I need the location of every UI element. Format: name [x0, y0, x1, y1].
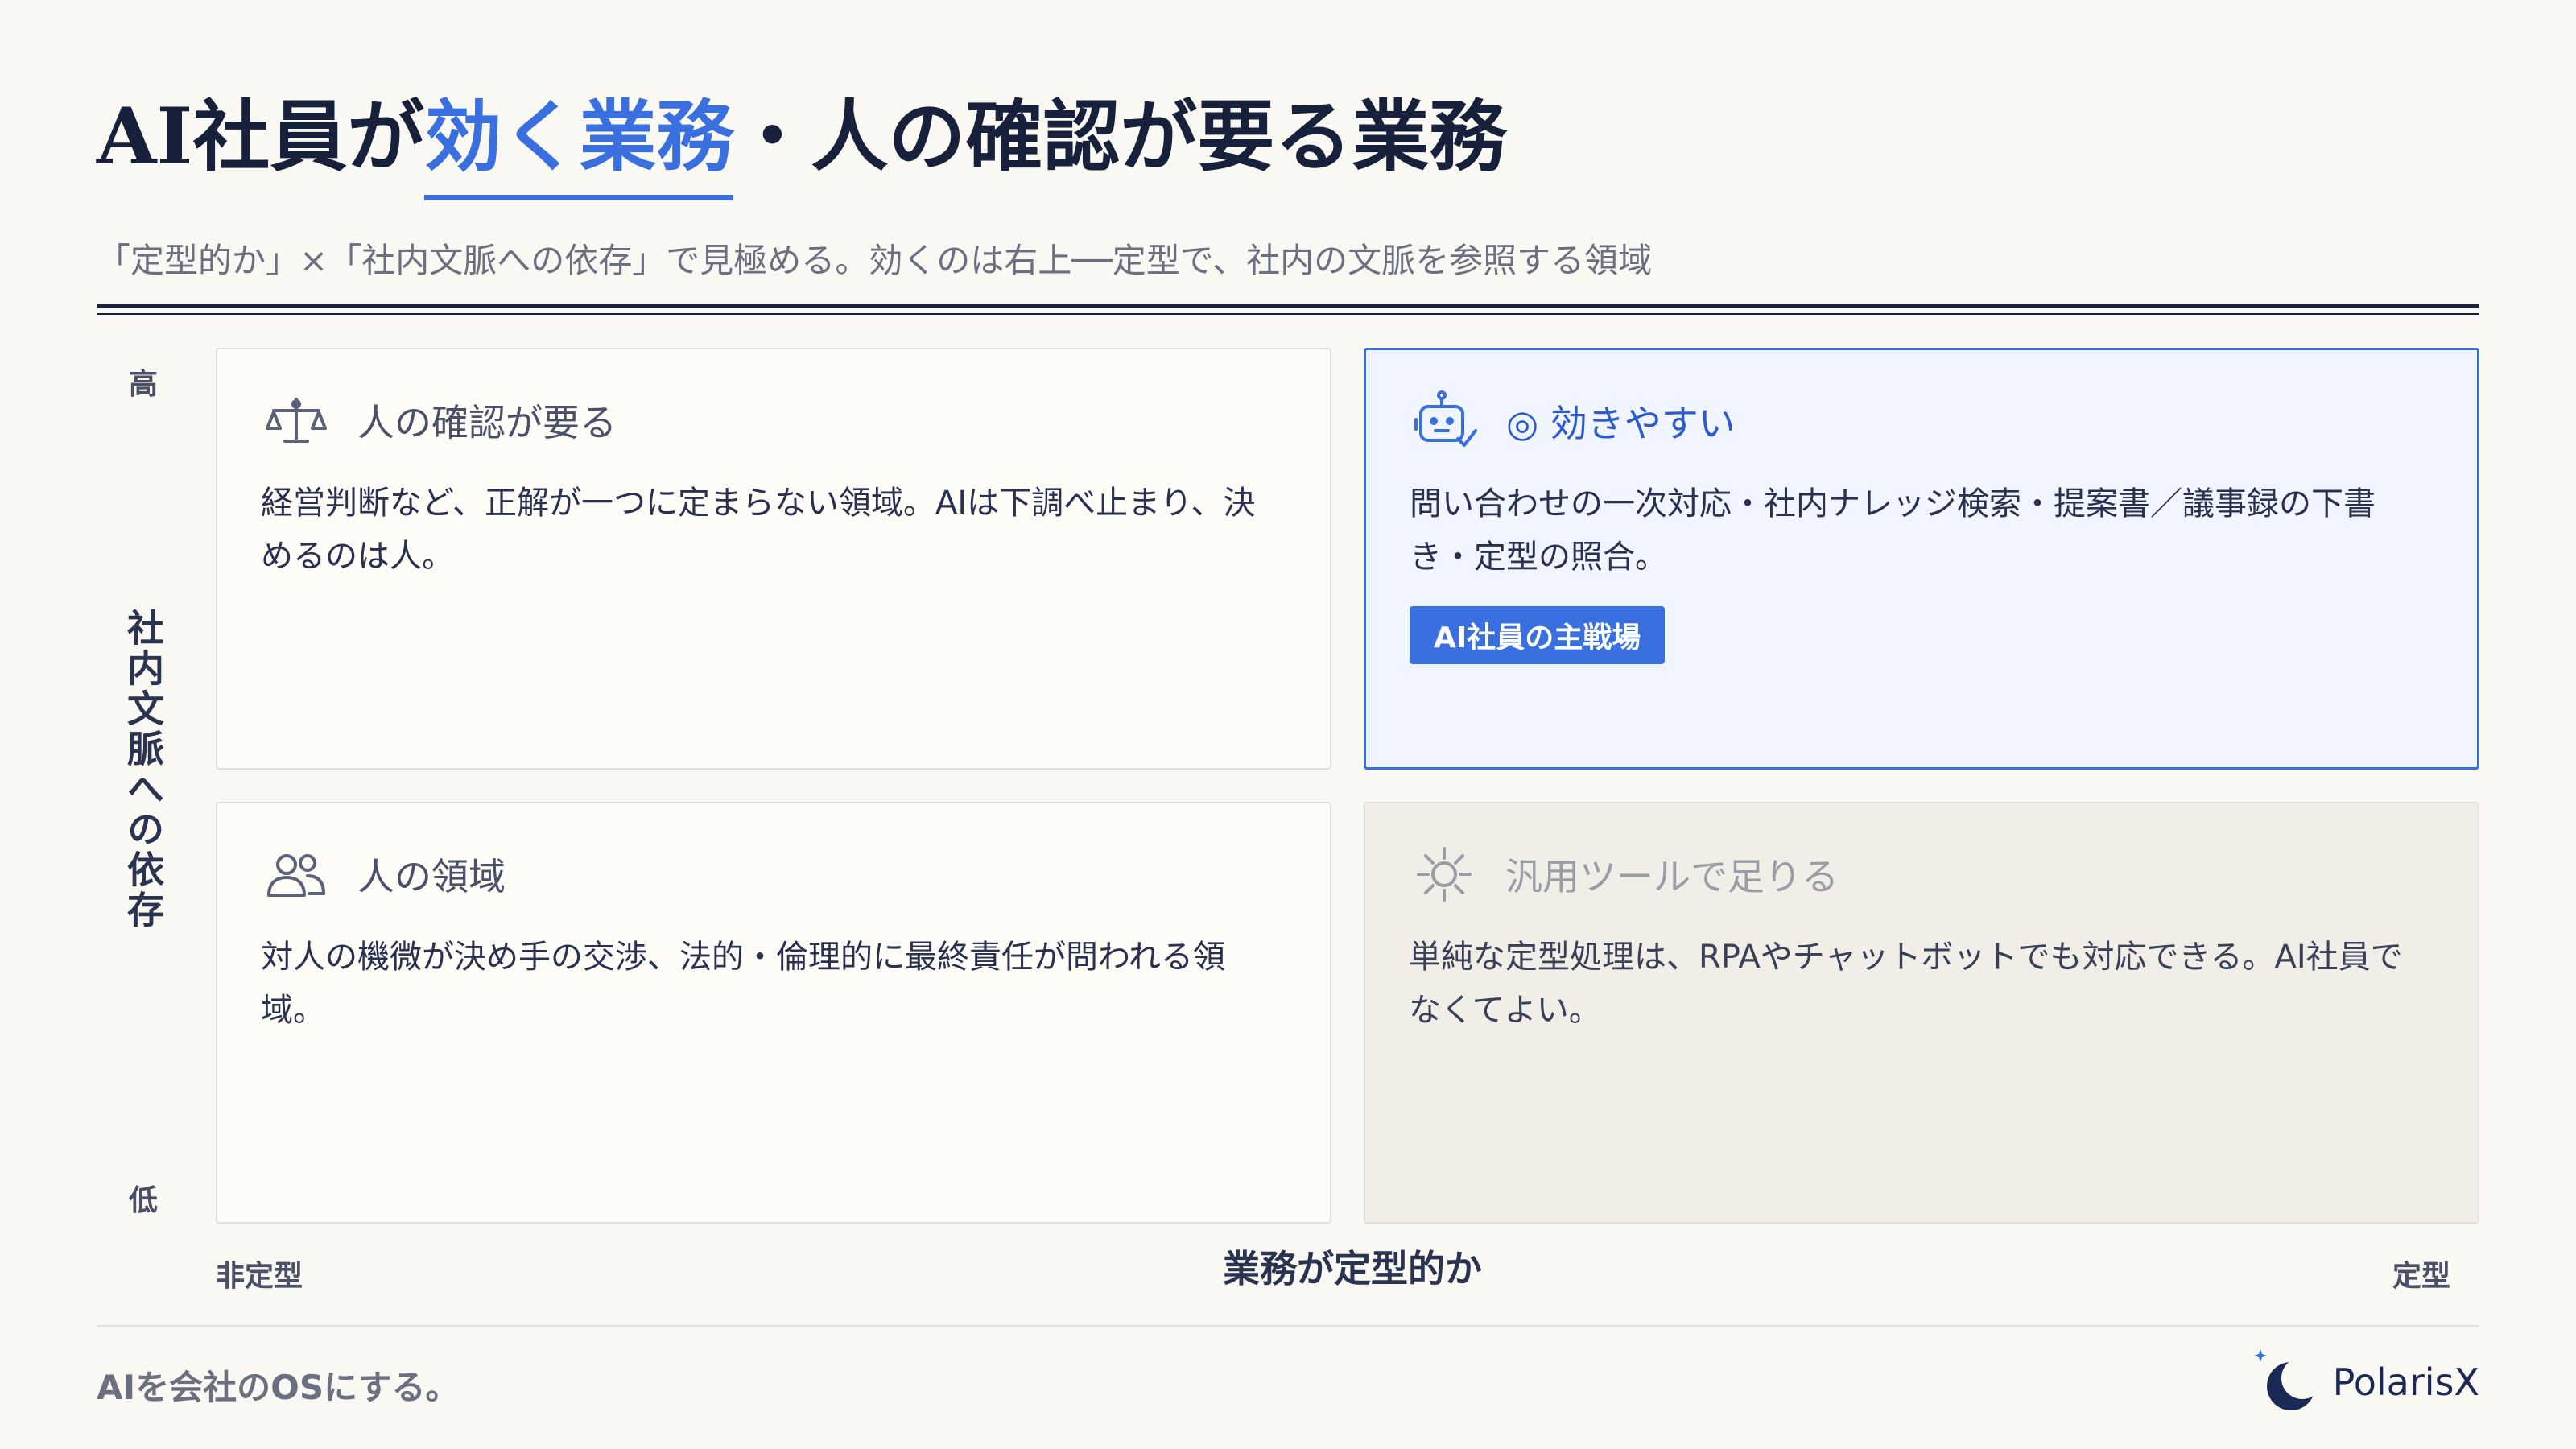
- quadrant-top-left: 人の確認が要る 経営判断など、正解が一つに定まらない領域。AIは下調べ止まり、決…: [216, 348, 1331, 770]
- scale-icon: [264, 388, 328, 452]
- quadrant-top-right: ◎ 効きやすい 問い合わせの一次対応・社内ナレッジ検索・提案書／議事録の下書き・…: [1364, 348, 2479, 770]
- quadrant-description: 単純な定型処理は、RPAやチャットボットでも対応できる。AI社員でなくてよい。: [1409, 939, 2403, 1029]
- page-subtitle: 「定型的か」×「社内文脈への依存」で見極める。効くのは右上──定型で、社内の文脈…: [97, 241, 1653, 280]
- title-suffix: ・人の確認が要る業務: [733, 91, 1507, 182]
- main-battlefield-badge: AI社員の主戦場: [1410, 606, 1666, 664]
- quadrant-header: 汎用ツールで足りる: [1412, 842, 1839, 906]
- quadrant-header: ◎ 効きやすい: [1413, 389, 1736, 453]
- quadrant-description: 経営判断など、正解が一つに定まらない領域。AIは下調べ止まり、決めるのは人。: [261, 485, 1256, 575]
- header-rule-thin: [97, 313, 2479, 315]
- polaris-logo-icon: [2252, 1346, 2325, 1418]
- x-axis-title: 業務が定型的か: [1223, 1247, 1482, 1290]
- title-highlight: 効く業務: [424, 91, 734, 201]
- people-icon: [264, 842, 328, 906]
- brand-logo: PolarisX: [2252, 1346, 2479, 1418]
- x-axis-left-label: 非定型: [216, 1260, 303, 1293]
- quadrant-bottom-right: 汎用ツールで足りる 単純な定型処理は、RPAやチャットボットでも対応できる。AI…: [1364, 802, 2479, 1224]
- brand-name: PolarisX: [2332, 1360, 2479, 1404]
- quadrant-bottom-left: 人の領域 対人の機微が決め手の交渉、法的・倫理的に最終責任が問われる領域。: [216, 802, 1331, 1224]
- header-rule-thick: [97, 304, 2479, 308]
- robot-check-icon: [1413, 389, 1477, 453]
- quadrant-title: ◎ 効きやすい: [1506, 402, 1736, 445]
- footer-rule: [97, 1325, 2479, 1327]
- y-axis-high-label: 高: [128, 368, 158, 401]
- page-title: AI社員が効く業務・人の確認が要る業務: [97, 90, 1507, 201]
- y-axis-low-label: 低: [128, 1184, 158, 1217]
- title-prefix: AI社員が: [97, 91, 425, 182]
- gear-icon: [1412, 842, 1476, 906]
- quadrant-title: 汎用ツールで足りる: [1505, 855, 1839, 898]
- quadrant-title: 人の確認が要る: [357, 401, 617, 444]
- quadrant-title: 人の領域: [357, 855, 506, 898]
- quadrant-header: 人の確認が要る: [264, 388, 617, 452]
- x-axis-right-label: 定型: [2392, 1260, 2450, 1293]
- y-axis-title: 社内文脈への依存: [122, 609, 165, 931]
- quadrant-description: 対人の機微が決め手の交渉、法的・倫理的に最終責任が問われる領域。: [261, 939, 1225, 1029]
- quadrant-description: 問い合わせの一次対応・社内ナレッジ検索・提案書／議事録の下書き・定型の照合。: [1410, 485, 2376, 576]
- quadrant-header: 人の領域: [264, 842, 506, 906]
- footer-tagline: AIを会社のOSにする。: [97, 1368, 460, 1407]
